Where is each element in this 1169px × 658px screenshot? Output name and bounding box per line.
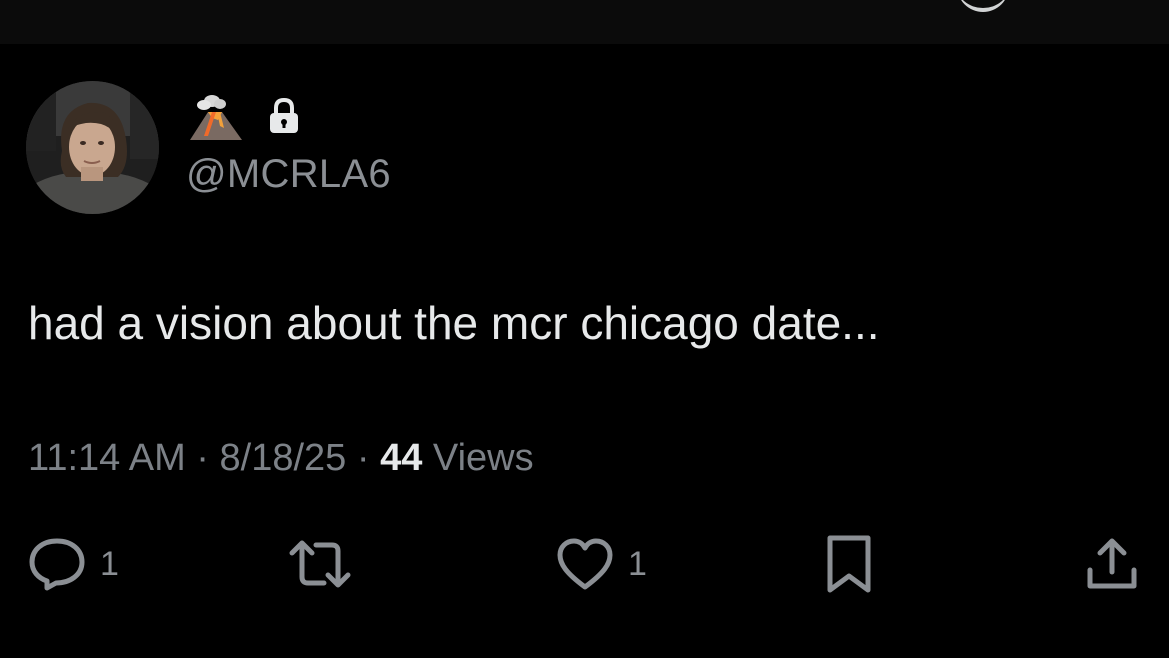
like-icon	[557, 538, 613, 590]
display-name[interactable]	[186, 92, 300, 140]
share-icon	[1087, 538, 1137, 589]
retweet-icon	[289, 540, 351, 588]
lock-icon	[270, 98, 298, 133]
volcano-icon	[190, 95, 242, 140]
like-count: 1	[628, 544, 647, 583]
refresh-icon[interactable]	[957, 0, 1009, 12]
bookmark-icon	[827, 535, 871, 593]
reply-icon	[29, 538, 85, 591]
retweet-button[interactable]	[286, 534, 368, 594]
tweet-metadata: 11:14 AM · 8/18/25 · 44 Views	[28, 437, 534, 480]
like-button[interactable]: 1	[556, 534, 647, 594]
top-bar	[0, 0, 1169, 44]
tweet-text: had a vision about the mcr chicago date.…	[28, 297, 880, 349]
share-button[interactable]	[1084, 534, 1140, 594]
tweet-card: @MCRLA6 had a vision about the mcr chica…	[0, 44, 1169, 658]
views-count[interactable]: 44	[380, 437, 422, 479]
tweet-date[interactable]: 8/18/25	[220, 437, 347, 479]
avatar[interactable]	[26, 81, 159, 214]
reply-count: 1	[100, 544, 119, 583]
action-bar: 1 1	[0, 534, 1169, 594]
views-label[interactable]: Views	[422, 437, 534, 479]
reply-button[interactable]: 1	[28, 534, 119, 594]
bookmark-button[interactable]	[824, 534, 874, 594]
meta-separator: ·	[185, 437, 220, 479]
user-handle[interactable]: @MCRLA6	[186, 152, 391, 197]
meta-separator: ·	[346, 437, 381, 479]
tweet-time[interactable]: 11:14 AM	[28, 437, 186, 479]
